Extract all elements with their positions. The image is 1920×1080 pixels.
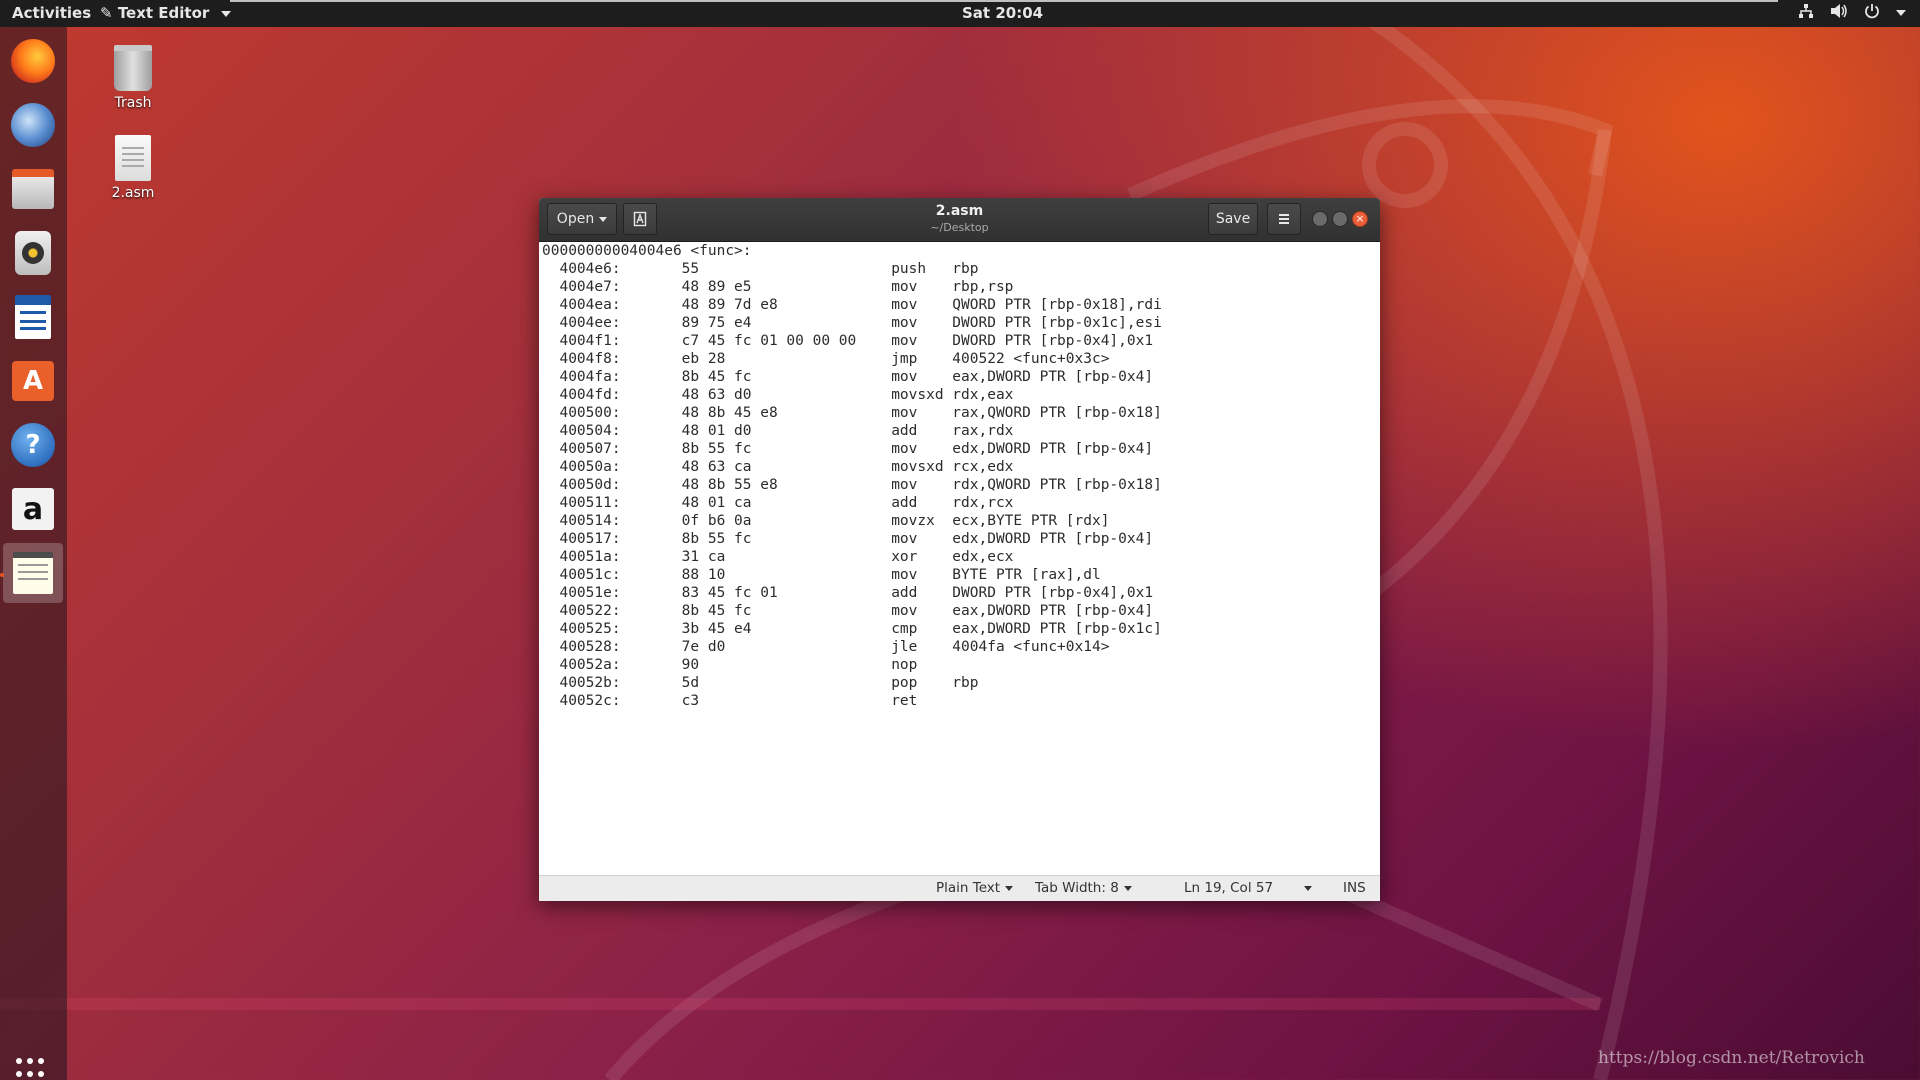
code-line[interactable]: 400514: 0f b6 0a movzx ecx,BYTE PTR [rdx… <box>542 512 1380 530</box>
amazon-icon: a <box>12 488 54 530</box>
dock-item-writer[interactable] <box>3 287 63 347</box>
writer-icon <box>15 295 51 339</box>
code-line[interactable]: 4004e7: 48 89 e5 mov rbp,rsp <box>542 278 1380 296</box>
volume-icon[interactable] <box>1830 3 1848 23</box>
code-line[interactable]: 400528: 7e d0 jle 4004fa <func+0x14> <box>542 638 1380 656</box>
code-line[interactable]: 40050d: 48 8b 55 e8 mov rdx,QWORD PTR [r… <box>542 476 1380 494</box>
app-menu-label: Text Editor <box>117 4 210 22</box>
dock: A ? a <box>0 27 67 1080</box>
cursor-position-label: Ln 19, Col 57 <box>1184 880 1274 896</box>
code-line[interactable]: 4004f1: c7 45 fc 01 00 00 00 mov DWORD P… <box>542 332 1380 350</box>
close-icon: × <box>1355 212 1365 225</box>
watermark: https://blog.csdn.net/Retrovich <box>1598 1048 1865 1068</box>
rhythmbox-icon <box>15 231 51 275</box>
code-line[interactable]: 40051e: 83 45 fc 01 add DWORD PTR [rbp-0… <box>542 584 1380 602</box>
files-icon <box>12 169 54 209</box>
chevron-down-icon <box>1005 885 1014 891</box>
code-line[interactable]: 4004fa: 8b 45 fc mov eax,DWORD PTR [rbp-… <box>542 368 1380 386</box>
running-indicator <box>0 573 4 577</box>
file-label: 2.asm <box>111 185 155 201</box>
show-applications-button[interactable] <box>16 1058 50 1080</box>
tab-width-selector[interactable]: Tab Width: 8 <box>1035 880 1132 896</box>
chevron-down-icon <box>220 10 231 17</box>
save-label: Save <box>1215 211 1251 227</box>
desktop-trash[interactable]: Trash <box>88 45 178 111</box>
code-line[interactable]: 00000000004004e6 <func>: <box>542 242 1380 260</box>
code-line[interactable]: 40052c: c3 ret <box>542 692 1380 710</box>
language-label: Plain Text <box>936 880 1001 896</box>
help-icon: ? <box>11 423 55 467</box>
insert-mode[interactable]: INS <box>1343 880 1366 896</box>
dock-item-firefox[interactable] <box>3 31 63 91</box>
clock[interactable]: Sat 20:04 <box>962 4 1043 22</box>
cursor-position[interactable]: Ln 19, Col 57 <box>1184 880 1273 896</box>
save-button[interactable]: Save <box>1208 203 1258 235</box>
trash-label: Trash <box>114 95 152 111</box>
system-tray[interactable] <box>1798 3 1906 23</box>
code-line[interactable]: 40052a: 90 nop <box>542 656 1380 674</box>
thunderbird-icon <box>11 103 55 147</box>
minimize-button[interactable] <box>1312 211 1328 227</box>
dock-item-rhythmbox[interactable] <box>3 223 63 283</box>
code-line[interactable]: 400504: 48 01 d0 add rax,rdx <box>542 422 1380 440</box>
editor-text-area[interactable]: 00000000004004e6 <func>: 4004e6: 55 push… <box>539 242 1380 875</box>
desktop-file-2asm[interactable]: 2.asm <box>88 135 178 201</box>
software-icon: A <box>12 361 54 401</box>
dock-item-text-editor[interactable] <box>3 543 63 603</box>
code-content[interactable]: 00000000004004e6 <func>: 4004e6: 55 push… <box>539 242 1380 710</box>
code-line[interactable]: 4004ee: 89 75 e4 mov DWORD PTR [rbp-0x1c… <box>542 314 1380 332</box>
close-button[interactable]: × <box>1352 211 1368 227</box>
trash-icon <box>114 45 152 91</box>
code-line[interactable]: 400507: 8b 55 fc mov edx,DWORD PTR [rbp-… <box>542 440 1380 458</box>
firefox-icon <box>11 39 55 83</box>
hamburger-menu-icon <box>1279 214 1289 224</box>
dock-item-thunderbird[interactable] <box>3 95 63 155</box>
code-line[interactable]: 400500: 48 8b 45 e8 mov rax,QWORD PTR [r… <box>542 404 1380 422</box>
maximize-button[interactable] <box>1332 211 1348 227</box>
code-line[interactable]: 40051a: 31 ca xor edx,ecx <box>542 548 1380 566</box>
code-line[interactable]: 40051c: 88 10 mov BYTE PTR [rax],dl <box>542 566 1380 584</box>
tab-width-label: Tab Width: 8 <box>1035 880 1119 896</box>
chevron-down-icon <box>1304 885 1312 891</box>
dock-item-files[interactable] <box>3 159 63 219</box>
code-line[interactable]: 400511: 48 01 ca add rdx,rcx <box>542 494 1380 512</box>
code-line[interactable]: 40050a: 48 63 ca movsxd rcx,edx <box>542 458 1380 476</box>
chevron-down-icon[interactable] <box>1896 10 1906 16</box>
status-bar: Plain Text Tab Width: 8 Ln 19, Col 57 IN… <box>539 875 1380 901</box>
dock-item-software[interactable]: A <box>3 351 63 411</box>
menu-button[interactable] <box>1267 203 1301 235</box>
code-line[interactable]: 400525: 3b 45 e4 cmp eax,DWORD PTR [rbp-… <box>542 620 1380 638</box>
code-line[interactable]: 400522: 8b 45 fc mov eax,DWORD PTR [rbp-… <box>542 602 1380 620</box>
network-icon[interactable] <box>1798 3 1814 23</box>
text-file-icon <box>115 135 151 181</box>
code-line[interactable]: 40052b: 5d pop rbp <box>542 674 1380 692</box>
chevron-down-icon <box>1123 885 1132 891</box>
dock-item-amazon[interactable]: a <box>3 479 63 539</box>
text-editor-window: Open 2.asm ~/Desktop Save × 000000000040… <box>539 198 1380 901</box>
top-progress-line <box>230 0 1778 2</box>
top-bar: Activities ✎ Text Editor Sat 20:04 <box>0 0 1920 27</box>
text-editor-icon <box>13 552 53 594</box>
code-line[interactable]: 4004fd: 48 63 d0 movsxd rdx,eax <box>542 386 1380 404</box>
power-icon[interactable] <box>1864 3 1880 23</box>
code-line[interactable]: 4004e6: 55 push rbp <box>542 260 1380 278</box>
language-selector[interactable]: Plain Text <box>936 880 1014 896</box>
code-line[interactable]: 400517: 8b 55 fc mov edx,DWORD PTR [rbp-… <box>542 530 1380 548</box>
position-menu-arrow[interactable] <box>1299 880 1312 896</box>
activities-button[interactable]: Activities <box>12 4 91 22</box>
dock-item-help[interactable]: ? <box>3 415 63 475</box>
app-menu[interactable]: ✎ Text Editor <box>100 4 231 22</box>
code-line[interactable]: 4004ea: 48 89 7d e8 mov QWORD PTR [rbp-0… <box>542 296 1380 314</box>
text-editor-icon: ✎ <box>100 4 113 22</box>
header-bar: Open 2.asm ~/Desktop Save × <box>539 198 1380 242</box>
code-line[interactable]: 4004f8: eb 28 jmp 400522 <func+0x3c> <box>542 350 1380 368</box>
